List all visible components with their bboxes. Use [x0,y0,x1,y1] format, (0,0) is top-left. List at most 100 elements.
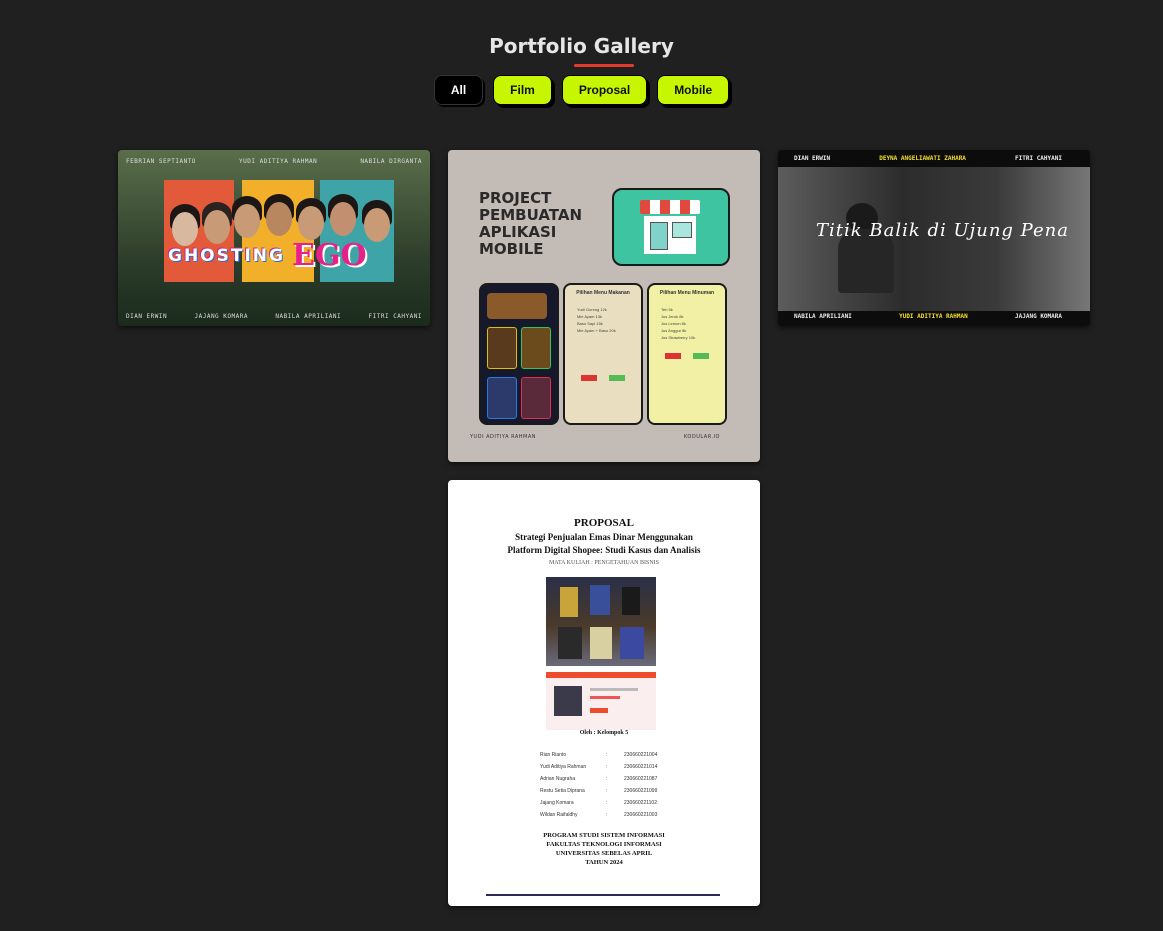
menu-option: Yudi Goreng 12k [577,307,607,312]
project-author: YUDI ADITIYA RAHMAN [470,434,537,440]
member-name: Restu Setia Diprana [540,788,585,794]
gallery-item-mobile-project[interactable]: PROJECT PEMBUATAN APLIKASI MOBILE Piliha… [448,150,760,462]
member-nim: 230660221087 [624,776,658,782]
gold-box [620,627,644,659]
separator: : [606,752,608,758]
cast-portrait [364,208,390,242]
subtitle-line: Strategi Penjualan Emas Dinar Menggunaka… [515,532,693,542]
member-name: Rian Rianto [540,752,567,758]
list-item: Wildan Raifaldhy: 230660221003 [540,809,657,821]
title-underline [574,64,634,67]
store-icon [612,188,730,266]
phone-heading: Pilihan Menu Makanan [576,290,630,296]
gallery-item-ghosting-ego[interactable]: FEBRIAN SEPTIANTO YUDI ADITIYA RAHMAN NA… [118,150,430,326]
member-name: Adrian Nugraha [540,776,576,782]
credit-name: FITRI CAHYANI [368,313,422,320]
credit-name: FITRI CAHYANI [1015,155,1062,162]
menu-option: Mie Ayam 13k [577,314,603,319]
institution-line: FAKULTAS TEKNOLOGI INFORMASI [546,841,662,848]
phone-mockup [479,283,559,425]
menu-tile [487,327,517,369]
menu-option: Jus Lemon 8k [661,321,686,326]
filter-film-button[interactable]: Film [493,75,552,105]
filter-all-button[interactable]: All [433,75,484,105]
credit-name: DIAN ERWIN [794,155,831,162]
member-name: Yudi Aditiya Rahman [540,764,587,770]
text-line [590,688,638,691]
credit-name: NABILA DIRGANTA [360,158,422,165]
page-title: Portfolio Gallery [489,34,674,58]
phone-mockup: Pilihan Menu Makanan Yudi Goreng 12k Mie… [563,283,643,425]
shopee-screenshot [546,672,656,730]
gold-box [560,587,578,617]
poster-bottom-credits: NABILA APRILIANI YUDI ADITIYA RAHMAN JAJ… [794,313,1062,320]
member-name: Wildan Raifaldhy [540,812,578,818]
poster-top-credits: DIAN ERWIN DEYNA ANGELIAWATI ZAHARA FITR… [794,155,1062,162]
cast-portrait [330,202,356,236]
institution-line: TAHUN 2024 [585,859,623,866]
gold-box [590,627,612,659]
filter-bar: All Film Proposal Mobile [0,75,1163,105]
member-nim: 230660221014 [624,764,658,770]
divider [486,894,720,896]
list-item: Restu Setia Diprana: 230660221099 [540,785,657,797]
credit-name: JAJANG KOMARA [1015,313,1062,320]
menu-list: Teh 5k Jus Jeruk 8k Jus Lemon 8k Jus Ang… [661,306,725,341]
member-list: Rian Rianto: 230660221004 Yudi Aditiya Ra… [540,749,657,821]
credit-name: NABILA APRILIANI [275,313,342,320]
door-icon [650,222,668,250]
cast-portrait [266,202,292,236]
project-platform: KODULAR.IO [683,434,720,440]
menu-option: Jus Strawberry 10k [661,335,696,340]
course-label: MATA KULIAH : PENGETAHUAN BISNIS [548,560,660,566]
cast-portrait [204,210,230,244]
gold-box [590,585,610,615]
subtitle-line: Platform Digital Shopee: Studi Kasus dan… [507,545,701,555]
menu-option: Mie Ayam + Baso 20k [577,328,616,333]
phone-heading: Pilihan Menu Minuman [659,290,715,296]
separator: : [606,800,608,806]
price-line [590,696,620,699]
gold-box [622,587,640,615]
credit-name: NABILA APRILIANI [794,313,852,320]
group-label: Oleh : Kelompok 5 [579,730,629,736]
window-icon [672,222,692,238]
member-name: Jajang Komara [540,800,574,806]
project-title: PROJECT PEMBUATAN APLIKASI MOBILE [479,189,582,258]
gallery-item-proposal[interactable]: PROPOSAL Strategi Penjualan Emas Dinar M… [448,480,760,906]
awning [640,200,700,214]
menu-option: Jus Jeruk 8k [661,314,684,319]
credit-name: DIAN ERWIN [126,313,168,320]
filter-proposal-button[interactable]: Proposal [561,75,648,105]
filter-mobile-button[interactable]: Mobile [657,75,730,105]
poster-title-ghosting: GHOSTING [168,246,285,266]
buy-button-icon [590,708,608,713]
credit-name: FEBRIAN SEPTIANTO [126,158,196,165]
menu-option: Baso Sapi 15k [577,321,603,326]
button-icon [581,375,597,381]
product-photo [546,577,656,666]
document-heading: PROPOSAL [574,517,634,529]
gallery-item-titik-balik[interactable]: DIAN ERWIN DEYNA ANGELIAWATI ZAHARA FITR… [778,150,1090,326]
member-nim: 230660221003 [624,812,658,818]
button-icon [609,375,625,381]
menu-option: Teh 5k [661,307,673,312]
poster-title: Titik Balik di Ujung Pena [816,220,1069,241]
phone-mockup: Pilihan Menu Minuman Teh 5k Jus Jeruk 8k… [647,283,727,425]
separator: : [606,812,608,818]
credit-name: YUDI ADITIYA RAHMAN [239,158,318,165]
list-item: Adrian Nugraha: 230660221087 [540,773,657,785]
gold-box [558,627,582,659]
cast-portrait [234,204,260,238]
credit-name: YUDI ADITIYA RAHMAN [899,313,968,320]
poster-bottom-credits: DIAN ERWIN JAJANG KOMARA NABILA APRILIAN… [126,313,422,320]
list-item: Jajang Komara: 230660221102 [540,797,657,809]
menu-option: Jus Anggur 8k [661,328,687,333]
cast-portrait [172,212,198,246]
poster-title-ego: EGO [292,238,367,273]
list-item: Rian Rianto: 230660221004 [540,749,657,761]
storefront [644,216,696,254]
separator: : [606,788,608,794]
institution-line: PROGRAM STUDI SISTEM INFORMASI [543,832,665,839]
credit-name: JAJANG KOMARA [194,313,248,320]
